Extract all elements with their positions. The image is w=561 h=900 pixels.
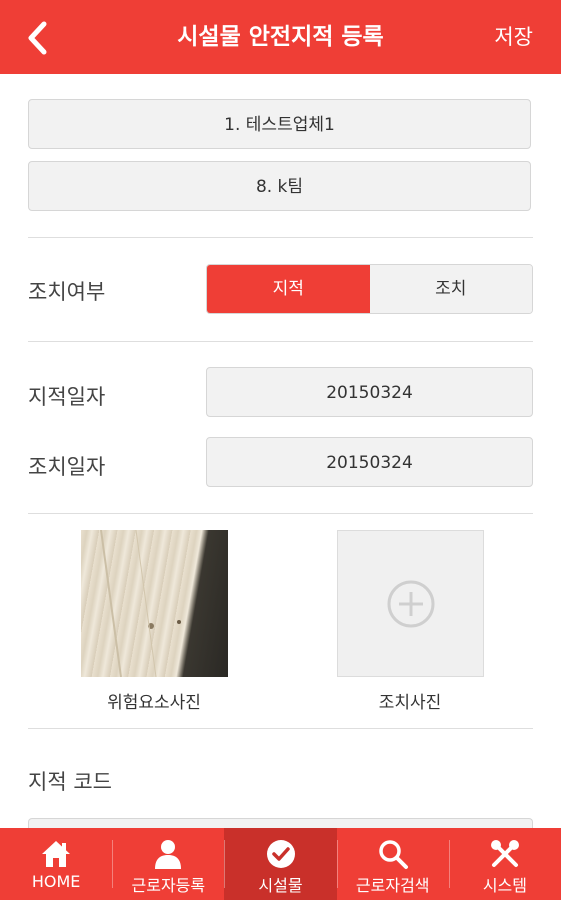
divider <box>28 237 533 238</box>
plus-circle-icon <box>387 580 435 628</box>
action-status-label: 조치여부 <box>28 280 106 304</box>
action-status-toggle: 지적 조치 <box>206 264 533 314</box>
tab-worker-search[interactable]: 근로자검색 <box>336 828 449 900</box>
app-header: 시설물 안전지적 등록 저장 <box>0 0 561 74</box>
tab-facility-label: 시설물 <box>258 876 303 895</box>
status-option-actioned[interactable]: 조치 <box>369 265 532 313</box>
pointed-date-field[interactable]: 20150324 <box>206 367 533 417</box>
team-select[interactable]: 8. k팀 <box>28 161 531 211</box>
bottom-tab-bar: HOME 근로자등록 시설물 근로자검색 시스템 <box>0 828 561 900</box>
status-option-pointed[interactable]: 지적 <box>207 265 370 313</box>
hazard-photo-caption: 위험요소사진 <box>107 693 201 713</box>
tools-icon <box>490 840 519 867</box>
action-date-label: 조치일자 <box>28 455 106 479</box>
chevron-left-icon <box>28 21 47 55</box>
divider <box>28 513 533 514</box>
tab-worker-register[interactable]: 근로자등록 <box>112 828 224 900</box>
tab-system-label: 시스템 <box>482 876 527 895</box>
check-circle-icon <box>266 840 295 868</box>
divider <box>28 728 533 729</box>
wood-photo-knots <box>100 530 181 677</box>
add-action-photo-button[interactable] <box>337 530 484 677</box>
action-date-field[interactable]: 20150324 <box>206 437 533 487</box>
hazard-photo[interactable] <box>81 530 228 677</box>
save-button[interactable]: 저장 <box>494 0 533 74</box>
home-icon <box>42 841 71 867</box>
tab-worker-register-label: 근로자등록 <box>131 876 206 895</box>
tab-home-label: HOME <box>31 872 81 891</box>
tab-worker-search-label: 근로자검색 <box>355 876 430 895</box>
divider <box>28 341 533 342</box>
page-title: 시설물 안전지적 등록 <box>177 24 384 50</box>
action-photo-caption: 조치사진 <box>378 693 442 713</box>
search-icon <box>378 840 408 869</box>
person-icon <box>155 840 182 869</box>
tab-facility[interactable]: 시설물 <box>224 828 337 900</box>
back-button[interactable] <box>22 20 58 56</box>
code-label: 지적 코드 <box>28 770 112 794</box>
tab-system[interactable]: 시스템 <box>448 828 561 900</box>
company-select[interactable]: 1. 테스트업체1 <box>28 99 531 149</box>
tab-home[interactable]: HOME <box>0 828 112 900</box>
pointed-date-label: 지적일자 <box>28 385 106 409</box>
